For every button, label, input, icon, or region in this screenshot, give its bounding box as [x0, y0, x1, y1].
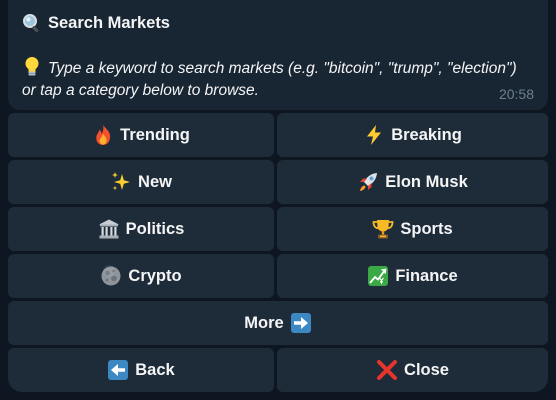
more-button[interactable]: More: [8, 301, 548, 345]
elon-musk-button[interactable]: Elon Musk: [277, 160, 548, 204]
trophy-icon: [372, 218, 394, 240]
more-label: More: [244, 313, 284, 332]
chat-view: Search Markets Type a keyword to search …: [0, 0, 556, 400]
message-timestamp: 20:58: [498, 86, 534, 102]
sports-label: Sports: [400, 219, 453, 238]
message-title-row: Search Markets: [22, 13, 170, 33]
magnifier-icon: [22, 13, 42, 33]
hint-text: Type a keyword to search markets (e.g. "…: [22, 60, 517, 99]
crypto-button[interactable]: Crypto: [8, 254, 274, 298]
back-label: Back: [135, 360, 175, 379]
bot-message-bubble: Search Markets Type a keyword to search …: [8, 0, 548, 110]
fire-icon: [92, 124, 114, 146]
cross-mark-icon: [376, 359, 398, 381]
crypto-label: Crypto: [128, 266, 182, 285]
elon-musk-label: Elon Musk: [385, 172, 468, 191]
politics-button[interactable]: Politics: [8, 207, 274, 251]
message-hint: Type a keyword to search markets (e.g. "…: [22, 56, 532, 102]
lightbulb-icon: [22, 56, 42, 76]
new-button[interactable]: New: [8, 160, 274, 204]
breaking-label: Breaking: [391, 125, 462, 144]
close-label: Close: [404, 360, 449, 379]
politics-label: Politics: [125, 219, 185, 238]
sparkles-icon: [110, 171, 132, 193]
left-arrow-icon: [107, 359, 129, 381]
trending-button[interactable]: Trending: [8, 113, 274, 157]
rocket-icon: [357, 171, 379, 193]
message-title: Search Markets: [48, 13, 170, 32]
trending-label: Trending: [120, 125, 190, 144]
sports-button[interactable]: Sports: [277, 207, 548, 251]
classical-building-icon: [98, 218, 120, 240]
lightning-icon: [363, 124, 385, 146]
close-button[interactable]: Close: [277, 348, 548, 392]
right-arrow-icon: [290, 312, 312, 334]
chart-increasing-yen-icon: [367, 265, 389, 287]
finance-label: Finance: [395, 266, 458, 285]
finance-button[interactable]: Finance: [277, 254, 548, 298]
moon-icon: [100, 265, 122, 287]
new-label: New: [138, 172, 172, 191]
back-button[interactable]: Back: [8, 348, 274, 392]
breaking-button[interactable]: Breaking: [277, 113, 548, 157]
